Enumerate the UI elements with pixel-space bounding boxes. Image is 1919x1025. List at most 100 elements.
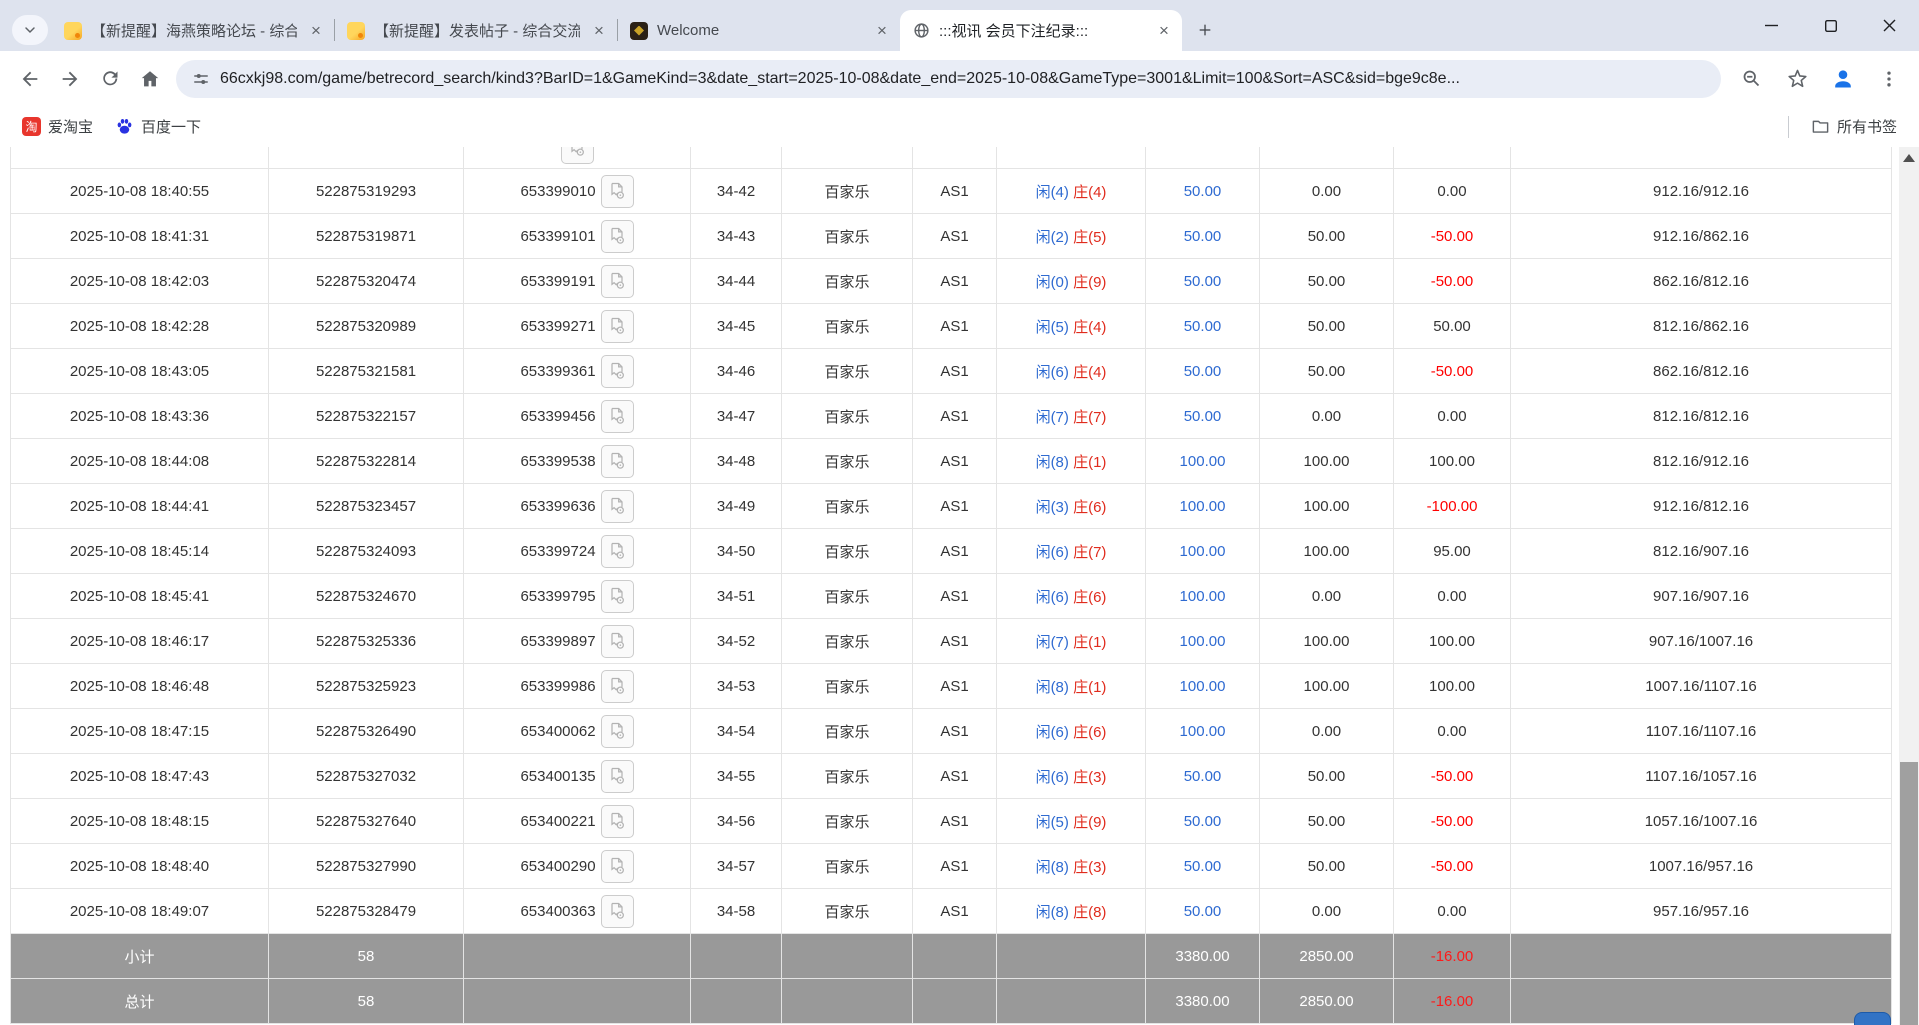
- cell-bet-amount[interactable]: 50.00: [1146, 799, 1260, 844]
- cell-bet-id: 522875324093: [269, 529, 464, 574]
- table-row: 2025-10-08 18:41:31 522875319871 6533991…: [11, 214, 1892, 259]
- close-icon[interactable]: ×: [306, 21, 326, 41]
- cell-bet-id: 522875323457: [269, 484, 464, 529]
- minimize-icon: [1765, 19, 1778, 32]
- broken-image-icon[interactable]: [601, 400, 634, 433]
- cell-bet-amount[interactable]: 50.00: [1146, 889, 1260, 934]
- cell-bet-amount[interactable]: 50.00: [1146, 214, 1260, 259]
- cell-bet-amount[interactable]: 100.00: [1146, 709, 1260, 754]
- broken-image-icon[interactable]: [601, 580, 634, 613]
- cell-bet-amount[interactable]: 100.00: [1146, 484, 1260, 529]
- cell-game-no: 653399010: [464, 169, 691, 214]
- player-bet: 闲(7): [1036, 409, 1069, 426]
- bookmark-label: 百度一下: [141, 116, 201, 137]
- window-close-button[interactable]: [1860, 0, 1919, 51]
- all-bookmarks-button[interactable]: 所有书签: [1803, 112, 1905, 141]
- cell-bet-amount[interactable]: 50.00: [1146, 169, 1260, 214]
- cell-balance: 812.16/812.16: [1511, 394, 1892, 439]
- home-button[interactable]: [130, 59, 170, 99]
- cell-bet-amount[interactable]: 100.00: [1146, 619, 1260, 664]
- broken-image-icon[interactable]: [601, 850, 634, 883]
- cell-time: 2025-10-08 18:48:15: [11, 799, 269, 844]
- cell-bet-amount[interactable]: 50.00: [1146, 844, 1260, 889]
- browser-menu-button[interactable]: [1869, 59, 1909, 99]
- table-row: 2025-10-08 18:47:15 522875326490 6534000…: [11, 709, 1892, 754]
- subtotal-winloss: -16.00: [1394, 934, 1511, 979]
- cell-balance: 1007.16/1107.16: [1511, 664, 1892, 709]
- broken-image-icon[interactable]: [601, 220, 634, 253]
- maximize-button[interactable]: [1801, 0, 1860, 51]
- cell-win-loss: 0.00: [1394, 169, 1511, 214]
- cell-bet-amount[interactable]: 100.00: [1146, 439, 1260, 484]
- cell-bet-amount[interactable]: 50.00: [1146, 349, 1260, 394]
- url-text[interactable]: 66cxkj98.com/game/betrecord_search/kind3…: [220, 70, 1460, 88]
- broken-image-icon[interactable]: [601, 670, 634, 703]
- tab-welcome[interactable]: Welcome ×: [618, 10, 900, 51]
- broken-image-icon[interactable]: [601, 445, 634, 478]
- scroll-up-arrow-icon[interactable]: [1903, 154, 1915, 162]
- tab-bet-records-active[interactable]: :::视讯 会员下注纪录::: ×: [900, 10, 1182, 51]
- forward-button[interactable]: [50, 59, 90, 99]
- site-info-icon[interactable]: [192, 70, 210, 88]
- cell-bet-amount[interactable]: 50.00: [1146, 394, 1260, 439]
- cell-table: AS1: [913, 484, 997, 529]
- cell-bet-amount[interactable]: 100.00: [1146, 664, 1260, 709]
- zoom-button[interactable]: [1731, 59, 1771, 99]
- broken-image-icon[interactable]: [601, 895, 634, 928]
- broken-image-icon[interactable]: [601, 310, 634, 343]
- tab-title: Welcome: [657, 22, 863, 39]
- broken-image-icon[interactable]: [601, 625, 634, 658]
- broken-image-icon[interactable]: [601, 715, 634, 748]
- reload-icon: [100, 68, 121, 89]
- tab-search-button[interactable]: [12, 15, 48, 45]
- close-icon[interactable]: ×: [872, 21, 892, 41]
- cell-win-loss: -50.00: [1394, 799, 1511, 844]
- cell-game-type: 百家乐: [782, 439, 913, 484]
- cell-bet-amount[interactable]: 50.00: [1146, 754, 1260, 799]
- broken-image-icon[interactable]: [601, 805, 634, 838]
- reload-button[interactable]: [90, 59, 130, 99]
- broken-image-icon[interactable]: [561, 147, 594, 164]
- close-icon[interactable]: ×: [589, 21, 609, 41]
- cell-round: 34-56: [691, 799, 782, 844]
- game-number: 653399271: [520, 318, 595, 335]
- close-icon[interactable]: ×: [1154, 21, 1174, 41]
- cell-balance: 907.16/1007.16: [1511, 619, 1892, 664]
- cell-bet-content: 闲(6) 庄(6): [997, 574, 1146, 619]
- cell-game-no: 653400363: [464, 889, 691, 934]
- bookmark-star-button[interactable]: [1777, 59, 1817, 99]
- new-tab-button[interactable]: [1190, 15, 1220, 45]
- address-bar[interactable]: 66cxkj98.com/game/betrecord_search/kind3…: [176, 60, 1721, 98]
- broken-image-icon[interactable]: [601, 535, 634, 568]
- broken-image-icon[interactable]: [601, 175, 634, 208]
- broken-image-icon[interactable]: [601, 265, 634, 298]
- new-tab-plus-icon: [1197, 22, 1213, 38]
- broken-image-icon[interactable]: [601, 760, 634, 793]
- cell-bet-amount[interactable]: 50.00: [1146, 259, 1260, 304]
- page-bottom-button[interactable]: [1854, 1012, 1891, 1025]
- back-button[interactable]: [10, 59, 50, 99]
- cell-valid-amount: 0.00: [1260, 169, 1394, 214]
- tab-forum-1[interactable]: 【新提醒】海燕策略论坛 - 综合 ×: [52, 10, 334, 51]
- cell-game-no: 653399191: [464, 259, 691, 304]
- broken-image-icon[interactable]: [601, 355, 634, 388]
- game-number: 653399361: [520, 363, 595, 380]
- scrollbar-thumb[interactable]: [1900, 762, 1918, 1025]
- tab-forum-2[interactable]: 【新提醒】发表帖子 - 综合交流 ×: [335, 10, 617, 51]
- tab-search-chevron-icon: [22, 22, 38, 38]
- cell-bet-amount[interactable]: 50.00: [1146, 304, 1260, 349]
- page-scrollbar[interactable]: [1899, 147, 1919, 1025]
- cell-table: AS1: [913, 889, 997, 934]
- cell-win-loss: 0.00: [1394, 574, 1511, 619]
- cell-bet-amount[interactable]: 100.00: [1146, 574, 1260, 619]
- broken-image-icon[interactable]: [601, 490, 634, 523]
- cell-time: 2025-10-08 18:42:28: [11, 304, 269, 349]
- player-bet: 闲(8): [1036, 904, 1069, 921]
- bookmark-taobao[interactable]: 淘 爱淘宝: [14, 112, 101, 141]
- profile-button[interactable]: [1823, 59, 1863, 99]
- cell-time: 2025-10-08 18:47:15: [11, 709, 269, 754]
- game-number: 653399456: [520, 408, 595, 425]
- minimize-button[interactable]: [1742, 0, 1801, 51]
- cell-bet-amount[interactable]: 100.00: [1146, 529, 1260, 574]
- bookmark-baidu[interactable]: 百度一下: [107, 112, 209, 141]
